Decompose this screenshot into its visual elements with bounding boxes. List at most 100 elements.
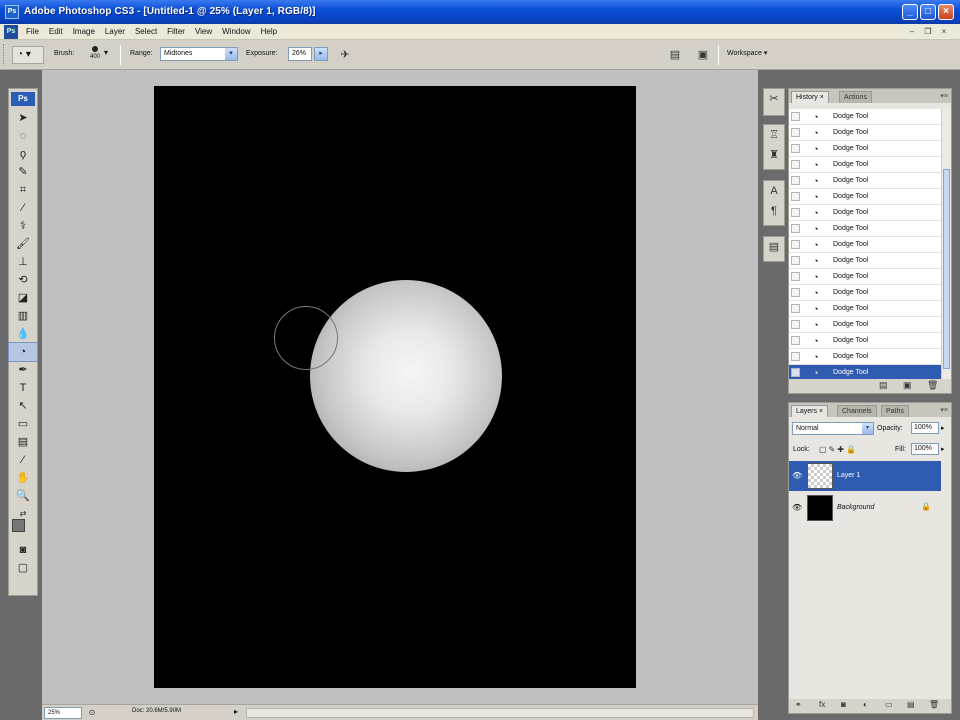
menu-select[interactable]: Select	[135, 27, 157, 36]
panel-menu-icon[interactable]: ▾≡	[940, 92, 948, 100]
doc-close-icon[interactable]: ×	[938, 26, 950, 37]
history-item[interactable]: ◔ Dodge Tool	[789, 237, 941, 253]
new-layer-icon[interactable]: ▤	[907, 700, 915, 709]
blur-tool-icon[interactable]: 💧	[9, 325, 37, 343]
path-selection-icon[interactable]: ↖	[9, 397, 37, 415]
clone-stamp-icon[interactable]: ⊥	[9, 253, 37, 271]
tab-channels[interactable]: Channels	[837, 405, 877, 417]
quick-mask-icon[interactable]: ◙	[9, 541, 37, 559]
history-source-checkbox[interactable]	[791, 240, 800, 249]
adjustment-layer-icon[interactable]: ◐	[863, 700, 868, 709]
move-tool-icon[interactable]: ➤	[9, 109, 37, 127]
history-source-checkbox[interactable]	[791, 272, 800, 281]
history-source-checkbox[interactable]	[791, 208, 800, 217]
opacity-input[interactable]: 100%	[911, 422, 939, 434]
menu-help[interactable]: Help	[261, 27, 277, 36]
file-browser-icon[interactable]: ▤	[666, 46, 684, 64]
link-layers-icon[interactable]: ⚭	[795, 700, 802, 709]
crop-tool-icon[interactable]: ⌗	[9, 181, 37, 199]
photoshop-logo[interactable]: Ps	[11, 92, 35, 106]
history-item[interactable]: ◔ Dodge Tool	[789, 189, 941, 205]
notes-tool-icon[interactable]: ▤	[9, 433, 37, 451]
gradient-tool-icon[interactable]: ▥	[9, 307, 37, 325]
history-source-checkbox[interactable]	[791, 304, 800, 313]
tool-preset-picker[interactable]: ◔ ▾	[12, 46, 44, 64]
tab-layers[interactable]: Layers ×	[791, 405, 829, 417]
history-source-checkbox[interactable]	[791, 256, 800, 265]
shape-tool-icon[interactable]: ▭	[9, 415, 37, 433]
history-source-checkbox[interactable]	[791, 112, 800, 121]
dodge-tool-icon[interactable]: ◔	[8, 342, 38, 362]
history-item[interactable]: ◔ Dodge Tool	[789, 333, 941, 349]
fill-slider-icon[interactable]: ▸	[941, 445, 945, 453]
tab-history[interactable]: History ×	[791, 91, 829, 103]
eraser-tool-icon[interactable]: ◪	[9, 289, 37, 307]
character-icon[interactable]: A	[764, 181, 784, 201]
history-source-checkbox[interactable]	[791, 224, 800, 233]
minimize-button[interactable]: _	[902, 4, 918, 20]
lasso-tool-icon[interactable]: ϙ	[9, 145, 37, 163]
visibility-eye-icon[interactable]: 👁	[792, 503, 802, 512]
new-snapshot-icon[interactable]: ▣	[903, 380, 912, 391]
history-item[interactable]: ◔ Dodge Tool	[789, 349, 941, 365]
menu-view[interactable]: View	[195, 27, 212, 36]
bridge-icon[interactable]: ▣	[694, 46, 712, 64]
history-item[interactable]: ◔ Dodge Tool	[789, 301, 941, 317]
history-item[interactable]: ◔ Dodge Tool	[789, 317, 941, 333]
layer-row[interactable]: 👁 Layer 1	[789, 461, 941, 491]
quick-selection-tool-icon[interactable]: ✎	[9, 163, 37, 181]
document-canvas[interactable]	[154, 86, 636, 688]
navigator-icon[interactable]: ✂	[764, 89, 784, 109]
slice-tool-icon[interactable]: ⁄	[9, 199, 37, 217]
history-source-checkbox[interactable]	[791, 320, 800, 329]
healing-brush-icon[interactable]: ⚕	[9, 217, 37, 235]
brush-picker[interactable]: 400	[86, 44, 104, 66]
doc-restore-icon[interactable]: ❐	[922, 26, 934, 37]
history-source-checkbox[interactable]	[791, 192, 800, 201]
exposure-slider-button[interactable]: ▸	[314, 47, 328, 61]
history-item[interactable]: ◔ Dodge Tool	[789, 269, 941, 285]
scroll-thumb[interactable]	[943, 169, 950, 369]
doc-minimize-icon[interactable]: –	[906, 26, 918, 37]
delete-layer-icon[interactable]: 🗑	[929, 700, 939, 709]
blend-mode-select[interactable]: Normal ▾	[792, 422, 874, 435]
layer-row[interactable]: 👁 Background 🔒	[789, 493, 941, 523]
layer-style-icon[interactable]: fx	[819, 700, 825, 709]
history-item[interactable]: ◔ Dodge Tool	[789, 365, 941, 379]
type-tool-icon[interactable]: T	[9, 379, 37, 397]
foreground-color[interactable]	[12, 519, 25, 532]
menu-layer[interactable]: Layer	[105, 27, 125, 36]
zoom-icon[interactable]: ⊙	[86, 707, 98, 719]
panel-menu-icon[interactable]: ▾≡	[940, 406, 948, 414]
photoshop-app-icon[interactable]: Ps	[5, 5, 19, 19]
history-source-checkbox[interactable]	[791, 288, 800, 297]
layer-comps-icon[interactable]: ▤	[764, 237, 784, 257]
new-group-icon[interactable]: ▭	[885, 700, 893, 709]
fill-input[interactable]: 100%	[911, 443, 939, 455]
menu-image[interactable]: Image	[73, 27, 95, 36]
history-brush-icon[interactable]: ⟲	[9, 271, 37, 289]
visibility-eye-icon[interactable]: 👁	[792, 471, 802, 480]
menu-file[interactable]: File	[26, 27, 39, 36]
zoom-tool-icon[interactable]: 🔍	[9, 487, 37, 505]
delete-state-icon[interactable]: 🗑	[927, 380, 938, 391]
screen-mode-icon[interactable]: ▢	[9, 559, 37, 577]
history-item[interactable]: ◔ Dodge Tool	[789, 109, 941, 125]
tab-paths[interactable]: Paths	[881, 405, 909, 417]
marquee-tool-icon[interactable]: ◌	[9, 127, 37, 145]
canvas-area[interactable]	[42, 70, 758, 706]
swap-colors-icon[interactable]: ⇄	[9, 505, 37, 518]
brush-dropdown-icon[interactable]: ▾	[104, 48, 108, 57]
history-item[interactable]: ◔ Dodge Tool	[789, 157, 941, 173]
history-item[interactable]: ◔ Dodge Tool	[789, 221, 941, 237]
brushes-icon[interactable]: ♖	[764, 125, 784, 145]
airbrush-icon[interactable]: ✈	[336, 46, 354, 64]
hand-tool-icon[interactable]: ✋	[9, 469, 37, 487]
history-source-checkbox[interactable]	[791, 176, 800, 185]
range-select[interactable]: Midtones ▾	[160, 47, 238, 61]
pen-tool-icon[interactable]: ✒	[9, 361, 37, 379]
history-item[interactable]: ◔ Dodge Tool	[789, 205, 941, 221]
history-source-checkbox[interactable]	[791, 128, 800, 137]
zoom-level-field[interactable]: 25%	[44, 707, 82, 719]
paragraph-icon[interactable]: ¶	[764, 201, 784, 221]
